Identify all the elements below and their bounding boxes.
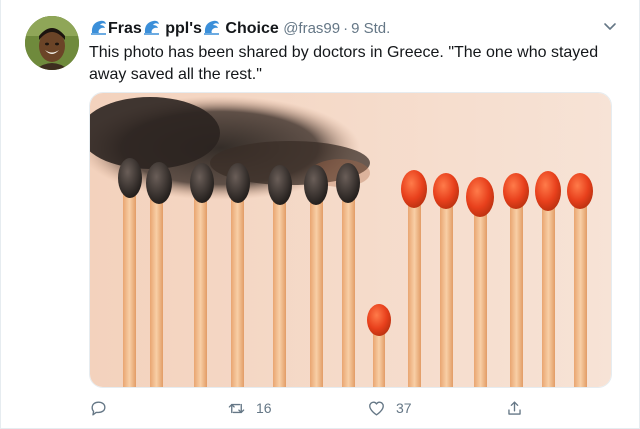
water-wave-icon [90, 19, 107, 35]
tweet-photo[interactable] [89, 92, 612, 388]
share-button[interactable] [505, 396, 534, 420]
tweet-actions: 16 37 [89, 396, 529, 420]
separator-dot: · [343, 20, 349, 37]
tweet-timestamp[interactable]: 9 Std. [351, 20, 390, 37]
tweet-card[interactable]: Fras ppl's Choice @fras99 · 9 Std. This ph… [0, 0, 640, 429]
reply-icon [91, 400, 106, 416]
reply-button[interactable] [89, 396, 118, 420]
retweet-button[interactable]: 16 [227, 396, 272, 420]
avatar[interactable] [25, 16, 79, 70]
avatar-image [25, 16, 79, 70]
user-handle[interactable]: @fras99 [283, 20, 340, 37]
display-name-part[interactable]: ppl's [165, 20, 202, 37]
display-name-part[interactable]: Fras [108, 20, 142, 37]
tweet-text: This photo has been shared by doctors in… [89, 44, 599, 83]
tweet-header: Fras ppl's Choice @fras99 · 9 Std. [89, 19, 599, 39]
water-wave-icon [203, 19, 220, 35]
matches-photo [90, 93, 611, 387]
retweet-count: 16 [256, 400, 272, 416]
share-icon [508, 400, 521, 415]
like-button[interactable]: 37 [367, 396, 412, 420]
retweet-icon [228, 403, 245, 413]
chevron-down-icon[interactable] [603, 20, 617, 34]
like-count: 37 [396, 400, 412, 416]
water-wave-icon [143, 19, 160, 35]
display-name-part[interactable]: Choice [225, 20, 278, 37]
heart-icon [369, 400, 384, 416]
